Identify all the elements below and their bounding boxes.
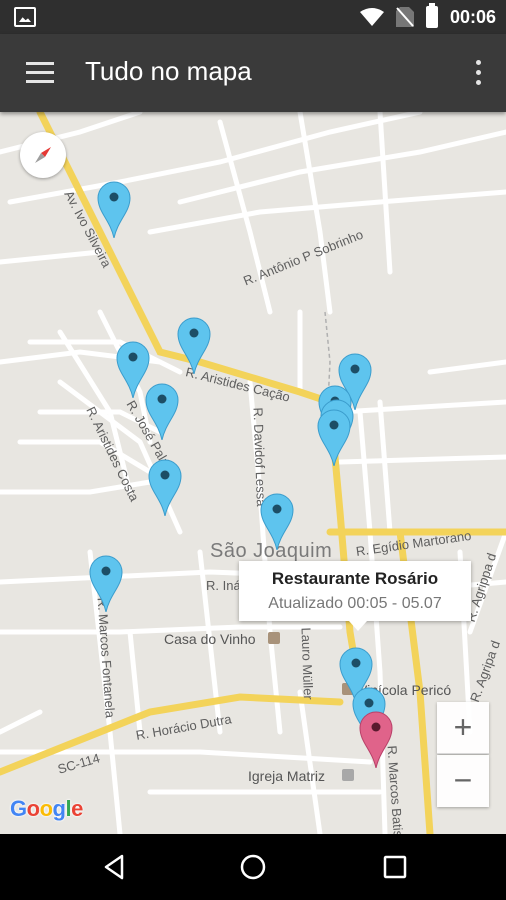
wifi-icon	[359, 8, 384, 26]
menu-icon[interactable]	[26, 62, 54, 84]
home-icon[interactable]	[238, 852, 268, 882]
marker-info-window[interactable]: Restaurante Rosário Atualizado 00:05 - 0…	[239, 561, 471, 631]
map-marker[interactable]	[148, 458, 182, 516]
status-icons: 00:06	[359, 0, 496, 34]
compass-button[interactable]	[20, 132, 66, 178]
map-marker[interactable]	[89, 554, 123, 612]
status-bar: 00:06	[0, 0, 506, 34]
poi-wine-icon[interactable]	[268, 632, 280, 644]
map-marker-selected[interactable]	[359, 710, 393, 768]
zoom-out-button[interactable]: −	[437, 755, 489, 807]
compass-icon	[35, 147, 51, 163]
info-window-snippet: Atualizado 00:05 - 05.07	[268, 595, 442, 612]
system-navigation-bar	[0, 834, 506, 900]
google-logo: Google	[10, 796, 83, 821]
app-bar: Tudo no mapa	[0, 34, 506, 112]
street-label: Lauro Müller	[298, 627, 317, 700]
map-marker[interactable]	[260, 492, 294, 550]
map-marker[interactable]	[145, 382, 179, 440]
place-label-igreja-matriz: Igreja Matriz	[248, 768, 326, 784]
image-notification-icon	[14, 7, 36, 27]
back-icon[interactable]	[100, 852, 130, 882]
status-time: 00:06	[449, 6, 496, 27]
map-marker[interactable]	[97, 180, 131, 238]
more-options-icon[interactable]	[474, 60, 482, 88]
page-title: Tudo no mapa	[85, 56, 252, 86]
no-sim-icon	[395, 7, 414, 27]
map-view[interactable]: Av. Ivo Silveira R. Antônio P Sobrinho R…	[0, 112, 506, 834]
info-window-title: Restaurante Rosário	[271, 569, 439, 588]
battery-icon	[425, 3, 438, 28]
street-label: R. Iná	[206, 578, 241, 593]
map-marker[interactable]	[177, 316, 211, 374]
poi-church-icon[interactable]	[342, 769, 354, 781]
map-marker[interactable]	[317, 408, 351, 466]
place-label-casa-do-vinho: Casa do Vinho	[164, 631, 256, 647]
recents-icon[interactable]	[380, 852, 410, 882]
zoom-in-button[interactable]: +	[437, 702, 489, 754]
